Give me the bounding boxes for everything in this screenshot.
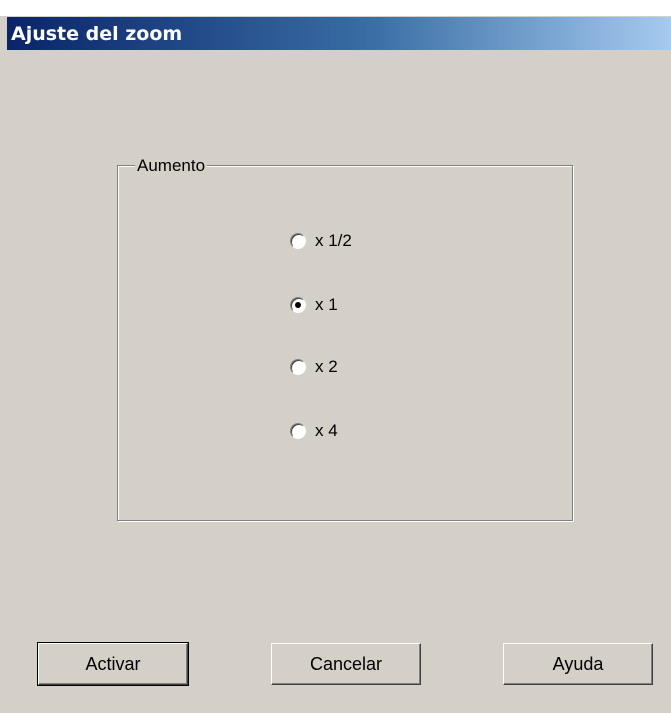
radio-label[interactable]: x 2: [315, 357, 338, 377]
radio-option-x2[interactable]: x 2: [290, 355, 338, 379]
radio-option-half[interactable]: x 1/2: [290, 229, 352, 253]
radio-button[interactable]: [290, 233, 306, 249]
activate-button[interactable]: Activar: [37, 642, 189, 686]
cancel-button[interactable]: Cancelar: [271, 643, 421, 685]
radio-label[interactable]: x 1/2: [315, 231, 352, 251]
radio-option-x4[interactable]: x 4: [290, 419, 338, 443]
help-button[interactable]: Ayuda: [503, 643, 653, 685]
zoom-groupbox: [117, 165, 573, 521]
radio-button[interactable]: [290, 359, 306, 375]
window-title: Ajuste del zoom: [11, 23, 183, 45]
groupbox-label: Aumento: [135, 156, 208, 176]
title-bar[interactable]: Ajuste del zoom: [7, 17, 671, 50]
radio-option-x1[interactable]: x 1: [290, 293, 338, 317]
radio-dot: [295, 302, 301, 308]
window-top-edge: [0, 0, 671, 16]
radio-button[interactable]: [290, 297, 306, 313]
radio-label[interactable]: x 1: [315, 295, 338, 315]
zoom-dialog: Ajuste del zoom Aumento x 1/2 x 1 x 2 x …: [0, 0, 671, 713]
radio-label[interactable]: x 4: [315, 421, 338, 441]
radio-button[interactable]: [290, 423, 306, 439]
